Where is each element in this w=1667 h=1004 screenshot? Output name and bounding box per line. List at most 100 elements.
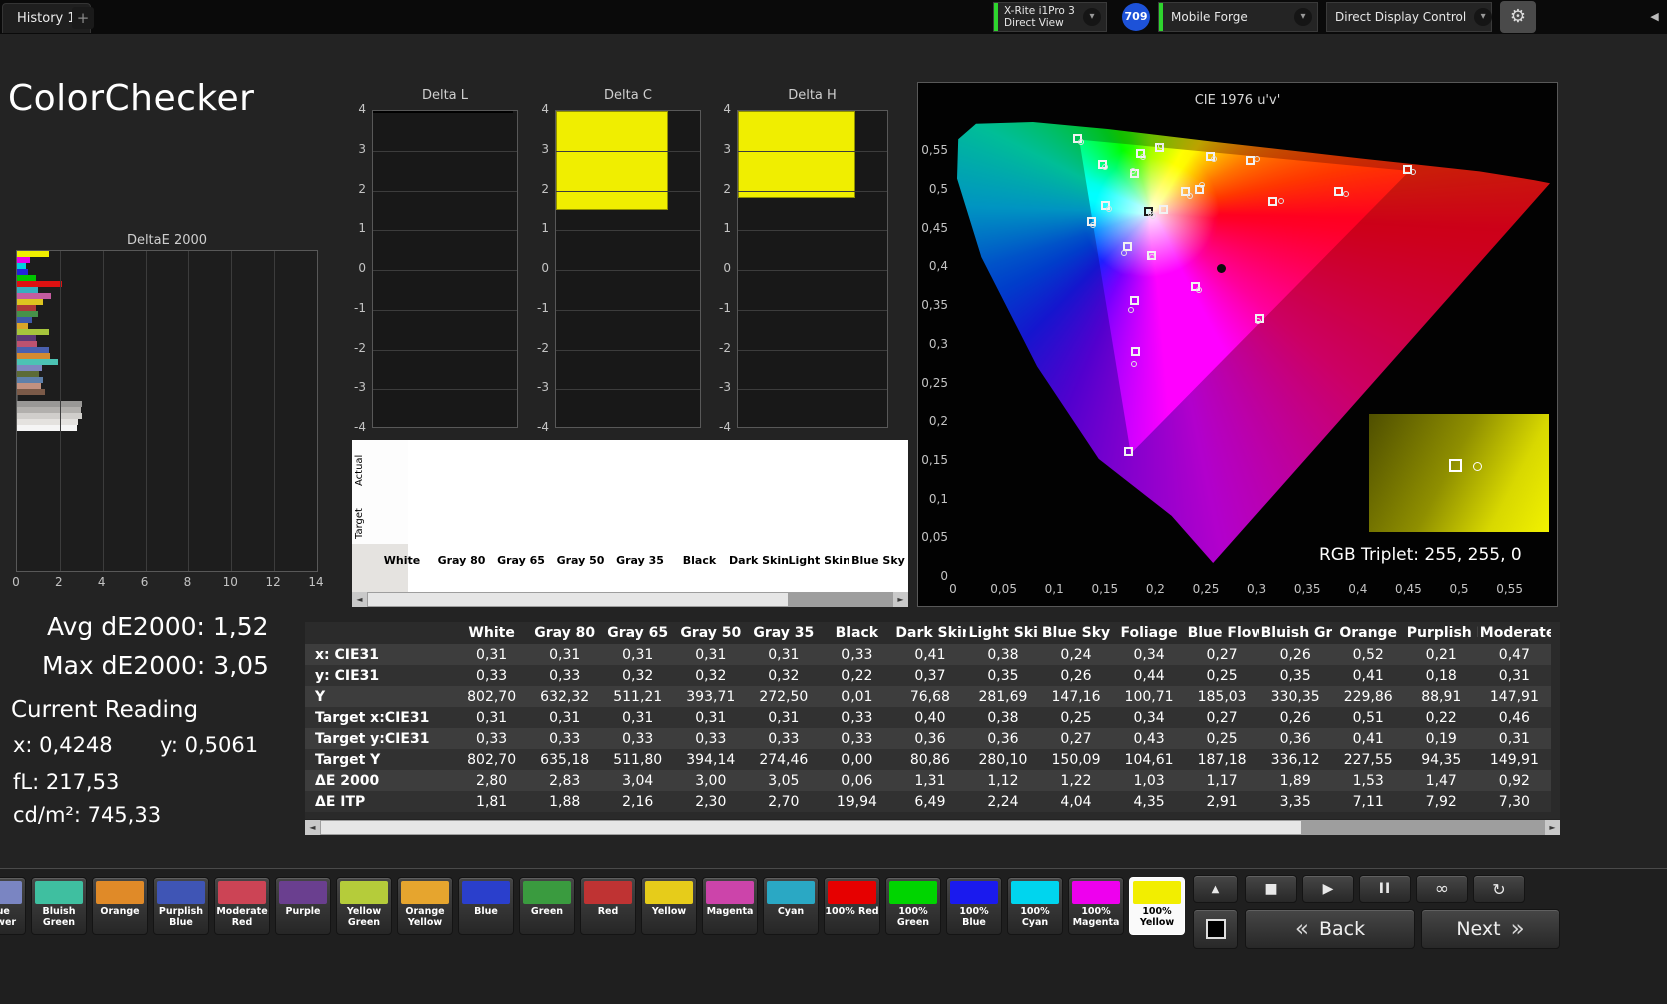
- chart-title-delta-l: Delta L: [372, 88, 518, 103]
- pattern-button-100-green[interactable]: 100% Green: [885, 877, 941, 935]
- pattern-label: 100% Green: [886, 907, 940, 928]
- gridline: [103, 251, 104, 571]
- y-tick-label: 0,05: [918, 530, 948, 544]
- add-tab-button[interactable]: +: [72, 7, 94, 29]
- pause-button[interactable]: II: [1359, 875, 1411, 903]
- table-cell: 0,92: [1478, 770, 1551, 791]
- pattern-button-blue-flower[interactable]: Blue Flower: [0, 877, 26, 935]
- table-cell: 0,31: [674, 707, 747, 728]
- table-cell: 0,33: [455, 728, 528, 749]
- table-cell: 0,34: [1113, 644, 1186, 665]
- page-title: ColorChecker: [8, 78, 254, 119]
- pattern-button-100-blue[interactable]: 100% Blue: [946, 877, 1002, 935]
- pattern-source-dropdown[interactable]: Mobile Forge ▾: [1158, 2, 1318, 32]
- table-cell: 0,21: [1405, 644, 1478, 665]
- pattern-button-yellow[interactable]: Yellow: [641, 877, 697, 935]
- table-cell: 0,31: [674, 644, 747, 665]
- scroll-right-icon[interactable]: ►: [893, 592, 908, 607]
- row-label: Target x:CIE31: [305, 707, 455, 728]
- pattern-button-red[interactable]: Red: [580, 877, 636, 935]
- scroll-left-icon[interactable]: ◄: [352, 592, 367, 607]
- pattern-button-100-cyan[interactable]: 100% Cyan: [1007, 877, 1063, 935]
- scrollbar-thumb[interactable]: [321, 821, 1301, 834]
- y-tick-label: -1: [703, 301, 731, 315]
- scroll-right-icon[interactable]: ►: [1545, 820, 1560, 835]
- deltae-bar-dark-skin: [17, 389, 45, 395]
- table-cell: 80,86: [893, 749, 966, 770]
- loop-button[interactable]: ↻: [1473, 875, 1525, 903]
- current-reading-label: Current Reading: [11, 697, 198, 723]
- pattern-label: 100% Cyan: [1008, 907, 1062, 928]
- table-cell: 3,04: [601, 770, 674, 791]
- next-button[interactable]: Next »: [1421, 909, 1560, 949]
- table-cell: 185,03: [1186, 686, 1259, 707]
- pattern-button-blue[interactable]: Blue: [458, 877, 514, 935]
- table-cell: 94,35: [1405, 749, 1478, 770]
- pattern-button-moderate-red[interactable]: Moderate Red: [214, 877, 270, 935]
- table-cell: 0,41: [893, 644, 966, 665]
- pattern-button-purplish-blue[interactable]: Purplish Blue: [153, 877, 209, 935]
- y-tick-label: -3: [338, 380, 366, 394]
- play-button[interactable]: ▶: [1302, 875, 1354, 903]
- pattern-button-cyan[interactable]: Cyan: [763, 877, 819, 935]
- scrollbar-thumb[interactable]: [368, 593, 788, 606]
- pattern-button-yellow-green[interactable]: Yellow Green: [336, 877, 392, 935]
- gridline: [556, 151, 700, 152]
- pattern-button-orange-yellow[interactable]: Orange Yellow: [397, 877, 453, 935]
- current-y: y: 0,5061: [160, 733, 258, 757]
- x-tick-label: 0,35: [1289, 582, 1325, 596]
- pattern-button-purple[interactable]: Purple: [275, 877, 331, 935]
- gridline: [373, 389, 517, 390]
- delta-c-bar: [556, 111, 668, 210]
- table-row-x-cie31: x: CIE310,310,310,310,310,310,330,410,38…: [305, 644, 1551, 665]
- y-tick-label: -4: [703, 420, 731, 434]
- pattern-button-orange[interactable]: Orange: [92, 877, 148, 935]
- table-cell: 1,53: [1332, 770, 1405, 791]
- pattern-label: Magenta: [703, 907, 757, 918]
- pattern-button-bluish-green[interactable]: Bluish Green: [31, 877, 87, 935]
- table-scrollbar[interactable]: ◄ ►: [305, 820, 1560, 835]
- collapse-panel-button[interactable]: ◀: [1642, 0, 1667, 34]
- pattern-button-100-red[interactable]: 100% Red: [824, 877, 880, 935]
- gridline: [738, 230, 887, 231]
- y-tick-label: 3: [703, 142, 731, 156]
- pattern-button-100-magenta[interactable]: 100% Magenta: [1068, 877, 1124, 935]
- cie-target-black: [1159, 205, 1168, 214]
- swatch-scrollbar[interactable]: ◄ ►: [352, 592, 908, 607]
- x-tick-label: 0,05: [986, 582, 1022, 596]
- cie-measured-black: [1217, 264, 1226, 273]
- table-cell: 88,91: [1405, 686, 1478, 707]
- col-header-gray-65: Gray 65: [601, 622, 674, 644]
- expand-panel-button[interactable]: ▲: [1193, 875, 1238, 903]
- table-cell: 6,49: [893, 791, 966, 812]
- settings-button[interactable]: ⚙: [1500, 1, 1536, 33]
- y-tick-label: -1: [521, 301, 549, 315]
- continuous-button[interactable]: ∞: [1416, 875, 1468, 903]
- scroll-left-icon[interactable]: ◄: [305, 820, 320, 835]
- cie-measured-red: [1343, 191, 1349, 197]
- display-control-dropdown[interactable]: Direct Display Control ▾: [1326, 2, 1492, 32]
- gridline: [738, 191, 887, 192]
- table-cell: 1,31: [893, 770, 966, 791]
- meter-dropdown[interactable]: X-Rite i1Pro 3 Direct View ▾: [993, 2, 1107, 32]
- y-tick-label: 2: [521, 182, 549, 196]
- pattern-button-magenta[interactable]: Magenta: [702, 877, 758, 935]
- pattern-button-100-yellow[interactable]: 100% Yellow: [1129, 877, 1185, 935]
- table-row--e-itp: ΔE ITP1,811,882,162,302,7019,946,492,244…: [305, 791, 1551, 812]
- stop-button[interactable]: ■: [1245, 875, 1297, 903]
- table-cell: 280,10: [966, 749, 1039, 770]
- table-cell: 0,25: [1186, 665, 1259, 686]
- pattern-label: Bluish Green: [32, 907, 86, 928]
- pattern-label: Yellow Green: [337, 907, 391, 928]
- row-label: Y: [305, 686, 455, 707]
- chart-title-delta-h: Delta H: [737, 88, 888, 103]
- table-cell: 0,25: [1039, 707, 1112, 728]
- pattern-button-green[interactable]: Green: [519, 877, 575, 935]
- pattern-window-button[interactable]: [1193, 909, 1238, 949]
- cie-measured-purplish-blue: [1128, 307, 1134, 313]
- chevron-down-icon: ▾: [1474, 8, 1492, 26]
- table-cell: 0,31: [747, 707, 820, 728]
- back-button[interactable]: « Back: [1245, 909, 1415, 949]
- table-cell: 0,31: [528, 644, 601, 665]
- table-cell: 3,35: [1259, 791, 1332, 812]
